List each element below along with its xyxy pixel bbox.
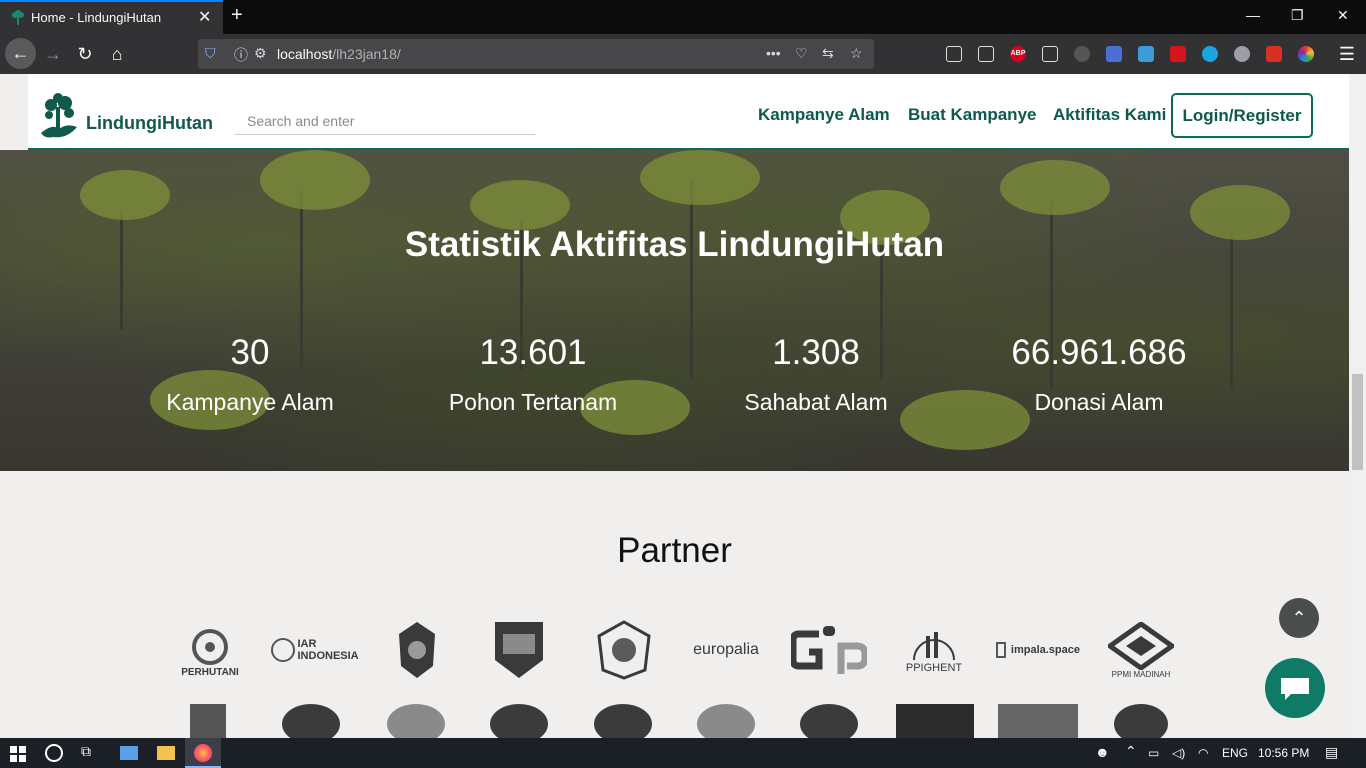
- stats-title: Statistik Aktifitas LindungiHutan: [404, 225, 945, 264]
- url-bar[interactable]: ⛉ ⓘ ⚙ localhost/lh23jan18/ ••• ♡ ⇆ ☆: [198, 39, 874, 69]
- file-explorer-icon[interactable]: [157, 746, 175, 760]
- new-tab-button[interactable]: +: [231, 4, 243, 27]
- tree-favicon-icon: [12, 10, 24, 25]
- login-register-button[interactable]: Login/Register: [1171, 93, 1313, 138]
- site-header: LindungiHutan Kampanye Alam Buat Kampany…: [28, 74, 1349, 150]
- browser-navbar: ← → ↻ ⌂ ⛉ ⓘ ⚙ localhost/lh23jan18/ ••• ♡…: [0, 34, 1366, 74]
- stat-label: Kampanye Alam: [166, 389, 334, 415]
- color-picker-icon[interactable]: [1298, 46, 1314, 62]
- nav-buat-kampanye[interactable]: Buat Kampanye: [908, 105, 1036, 125]
- partner-logo-gp[interactable]: [790, 617, 868, 683]
- extension-infinity-icon[interactable]: [1202, 46, 1218, 62]
- logo-tree-icon[interactable]: [39, 93, 79, 143]
- scrollbar-thumb[interactable]: [1352, 374, 1363, 470]
- pocket-icon[interactable]: ♡: [795, 45, 808, 62]
- library-icon[interactable]: [946, 46, 962, 62]
- extension-list-icon[interactable]: [1106, 46, 1122, 62]
- extension-red-icon[interactable]: [1170, 46, 1186, 62]
- chat-button[interactable]: [1265, 658, 1325, 718]
- volume-icon[interactable]: ◁): [1172, 746, 1185, 760]
- translate-icon[interactable]: ⇆: [822, 45, 834, 62]
- minimize-icon[interactable]: —: [1246, 7, 1260, 23]
- stat-value: 66.961.686: [1011, 333, 1187, 372]
- adblock-icon[interactable]: ABP: [1010, 46, 1026, 62]
- menu-icon[interactable]: ☰: [1332, 40, 1362, 68]
- browser-tab[interactable]: Home - LindungiHutan ✕: [0, 0, 223, 34]
- perhutani-icon: [192, 628, 228, 665]
- stat-label: Donasi Alam: [1034, 389, 1164, 415]
- restore-icon[interactable]: ❐: [1291, 7, 1304, 24]
- partner-title: Partner: [617, 531, 732, 570]
- page-actions-icon[interactable]: •••: [766, 45, 781, 61]
- monitor-app-icon[interactable]: [120, 746, 138, 760]
- stat-sahabat: 1.308 Sahabat Alam: [674, 333, 958, 416]
- partner-logo-perhutani[interactable]: PERHUTANI: [175, 617, 245, 683]
- stat-donasi: 66.961.686 Donasi Alam: [957, 333, 1241, 416]
- people-icon[interactable]: ☻: [1095, 744, 1110, 760]
- shield-crest-icon: [495, 622, 543, 678]
- wifi-icon[interactable]: ◠: [1198, 746, 1208, 760]
- ppighent-icon: [913, 632, 955, 661]
- stat-value: 1.308: [772, 333, 860, 372]
- permissions-icon[interactable]: ⚙: [254, 45, 267, 62]
- tab-title: Home - LindungiHutan: [31, 10, 162, 25]
- language-indicator[interactable]: ENG: [1222, 746, 1248, 760]
- stat-pohon: 13.601 Pohon Tertanam: [391, 333, 675, 416]
- emblem-crest-icon: [597, 620, 651, 680]
- partner-logo-ppighent[interactable]: PPIGHENT: [898, 617, 970, 683]
- stat-kampanye: 30 Kampanye Alam: [108, 333, 392, 416]
- extension-plane-icon[interactable]: [1138, 46, 1154, 62]
- tab-close-icon[interactable]: ✕: [198, 7, 211, 27]
- windows-taskbar: ⧉ ☻ ⌃ ▭ ◁) ◠ ENG 10:56 PM ▤: [0, 738, 1366, 768]
- forward-button[interactable]: →: [38, 40, 68, 68]
- screenshot-icon[interactable]: [1042, 46, 1058, 62]
- stat-value: 30: [230, 333, 270, 372]
- partner-logo-crest-3[interactable]: [596, 617, 652, 683]
- translate-ext-icon[interactable]: [1266, 46, 1282, 62]
- partner-logo-iar[interactable]: IAR INDONESIA: [270, 617, 359, 683]
- clock[interactable]: 10:56 PM: [1258, 746, 1309, 760]
- shield-icon[interactable]: ⛉: [205, 45, 216, 62]
- windows-start-icon[interactable]: [10, 746, 26, 762]
- account-icon[interactable]: [1234, 46, 1250, 62]
- reload-button[interactable]: ↻: [70, 40, 100, 68]
- back-button[interactable]: ←: [5, 38, 36, 69]
- search-circle-icon[interactable]: [45, 744, 63, 762]
- scroll-to-top-button[interactable]: ⌃: [1279, 598, 1319, 638]
- gp-logo-icon: [791, 626, 867, 674]
- crest-icon: [399, 622, 435, 678]
- notification-icon[interactable]: ▤: [1325, 744, 1338, 761]
- window-close-icon[interactable]: ✕: [1337, 7, 1349, 24]
- nav-kampanye-alam[interactable]: Kampanye Alam: [758, 105, 890, 125]
- partner-logo-crest-1[interactable]: [395, 617, 439, 683]
- url-text[interactable]: localhost/lh23jan18/: [277, 46, 401, 62]
- sidebar-icon[interactable]: [978, 46, 994, 62]
- bookmark-star-icon[interactable]: ☆: [850, 45, 863, 62]
- partner-logo-impala[interactable]: impala.space: [996, 617, 1080, 683]
- firefox-taskbar-button[interactable]: [185, 738, 221, 768]
- battery-icon[interactable]: ▭: [1148, 746, 1159, 760]
- stat-value: 13.601: [479, 333, 587, 372]
- stats-hero: Statistik Aktifitas LindungiHutan 30 Kam…: [0, 150, 1349, 471]
- chat-bubble-icon: [1281, 678, 1309, 700]
- tray-chevron-icon[interactable]: ⌃: [1125, 743, 1137, 760]
- partner-logo-crest-2[interactable]: [492, 617, 546, 683]
- partner-logo-ppmi[interactable]: PPMI MADINAH: [1106, 617, 1176, 683]
- home-button[interactable]: ⌂: [102, 40, 132, 68]
- ppmi-icon: [1108, 621, 1174, 670]
- partner-logo-europalia[interactable]: europalia: [684, 617, 768, 683]
- nav-aktifitas-kami[interactable]: Aktifitas Kami: [1053, 105, 1166, 125]
- stat-label: Pohon Tertanam: [448, 389, 618, 415]
- stat-label: Sahabat Alam: [744, 389, 888, 415]
- logo-text[interactable]: LindungiHutan: [86, 113, 213, 134]
- browser-tabbar: Home - LindungiHutan ✕ + — ❐ ✕: [0, 0, 1366, 34]
- task-view-icon[interactable]: ⧉: [81, 743, 91, 763]
- extension-sync-icon[interactable]: [1074, 46, 1090, 62]
- info-icon[interactable]: ⓘ: [234, 45, 248, 65]
- search-input[interactable]: [235, 107, 535, 135]
